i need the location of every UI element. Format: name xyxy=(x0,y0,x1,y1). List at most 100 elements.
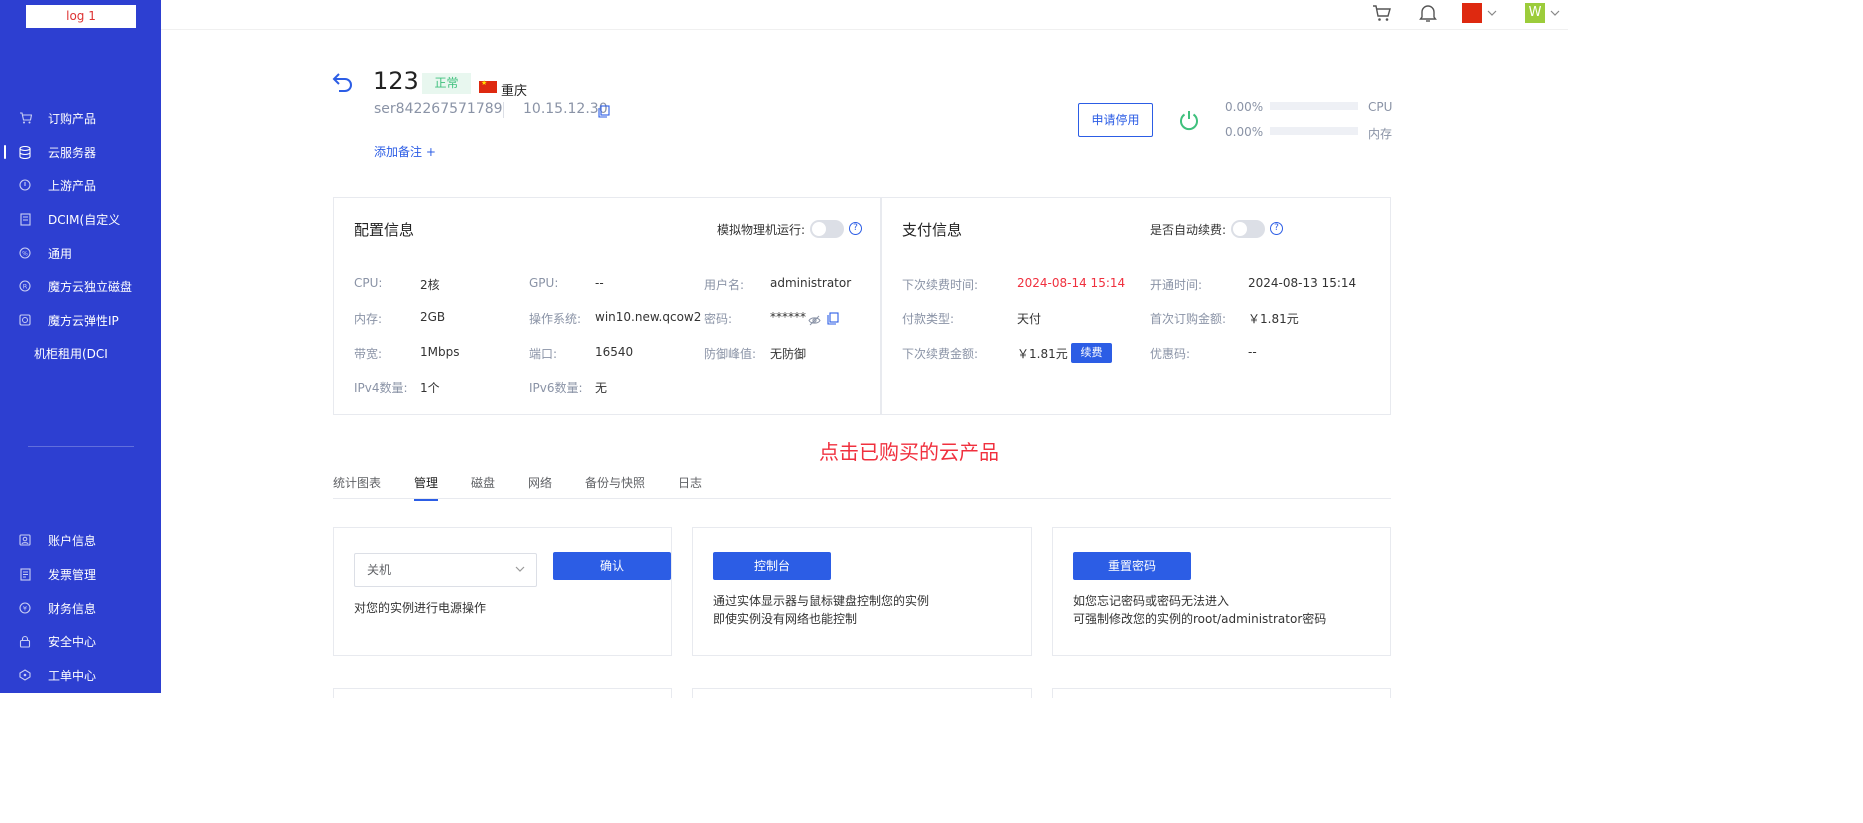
simulate-physical-label: 模拟物理机运行: xyxy=(717,223,806,237)
user-menu[interactable]: W xyxy=(1523,2,1563,24)
server-region: 重庆 xyxy=(501,84,528,99)
sidebar-item-label: DCIM(自定义 xyxy=(48,212,121,227)
cpu-usage-bar xyxy=(1270,102,1358,110)
sidebar-item-account[interactable]: 账户信息 xyxy=(0,526,161,554)
auto-renew-toggle[interactable] xyxy=(1231,220,1265,238)
cpu-usage-value: 0.00% xyxy=(1225,100,1264,114)
bandwidth-value: 1Mbps xyxy=(420,345,460,359)
console-card: 控制台 通过实体显示器与鼠标键盘控制您的实例 即使实例没有网络也能控制 xyxy=(692,527,1032,656)
cart-icon[interactable] xyxy=(1371,2,1393,24)
sidebar-item-label: 魔方云独立磁盘 xyxy=(48,279,133,294)
cpu-value: 2核 xyxy=(420,278,440,292)
sidebar-item-cabinet[interactable]: 机柜租用(DCI xyxy=(0,339,161,367)
panel-title: 配置信息 xyxy=(354,221,415,239)
request-stop-button[interactable]: 申请停用 xyxy=(1078,103,1153,137)
port-value: 16540 xyxy=(595,345,634,359)
power-action-select[interactable]: 关机 xyxy=(354,553,537,587)
os-value: win10.new.qcow2 xyxy=(595,310,702,324)
sidebar-item-ticket[interactable]: 工单中心 xyxy=(0,661,161,689)
tab-stats[interactable]: 统计图表 xyxy=(333,474,381,491)
divider xyxy=(503,102,504,118)
chevron-down-icon xyxy=(1550,10,1560,16)
reset-password-card: 重置密码 如您忘记密码或密码无法进入 可强制修改您的实例的root/admini… xyxy=(1052,527,1391,656)
top-bar xyxy=(161,0,1568,30)
server-ip: 10.15.12.30 xyxy=(523,101,608,117)
next-amount-label: 下次续费金额: xyxy=(902,347,979,361)
svg-text:¥: ¥ xyxy=(23,605,27,613)
password-label: 密码: xyxy=(704,312,733,326)
help-icon[interactable]: ? xyxy=(849,222,862,235)
percent-circle-icon: % xyxy=(18,246,32,260)
simulate-physical-toggle[interactable] xyxy=(810,220,844,238)
server-id: ser842267571789 xyxy=(374,101,503,117)
chevron-down-icon xyxy=(1487,10,1497,16)
language-selector[interactable] xyxy=(1462,2,1498,24)
cpu-usage-label: CPU xyxy=(1368,100,1393,114)
card-partial xyxy=(1052,688,1391,698)
sidebar-item-order[interactable]: 订购产品 xyxy=(0,104,161,132)
eye-off-icon[interactable] xyxy=(808,311,821,330)
reset-desc-1: 如您忘记密码或密码无法进入 xyxy=(1073,594,1230,608)
gpu-label: GPU: xyxy=(529,276,559,290)
sidebar: log 1 订购产品 云服务器 上游产品 DCIM(自定义 % 通用 R 魔方云… xyxy=(0,0,161,693)
invoice-icon xyxy=(18,567,32,581)
card-partial xyxy=(333,688,672,698)
sidebar-item-elastic-ip[interactable]: 魔方云弹性IP xyxy=(0,306,161,334)
copy-icon[interactable] xyxy=(827,310,839,329)
sidebar-item-label: 魔方云弹性IP xyxy=(48,313,119,328)
cart-icon xyxy=(18,111,32,125)
config-panel: 配置信息 模拟物理机运行: ? CPU: 2核 GPU: -- 用户名: adm… xyxy=(333,197,881,415)
tab-network[interactable]: 网络 xyxy=(528,474,552,491)
ipv4-value: 1个 xyxy=(420,381,440,395)
next-renew-value: 2024-08-14 15:14 xyxy=(1017,276,1126,290)
user-card-icon xyxy=(18,533,32,547)
ticket-icon xyxy=(18,668,32,682)
bandwidth-label: 带宽: xyxy=(354,347,383,361)
ddos-value: 无防御 xyxy=(770,347,807,361)
sidebar-divider xyxy=(28,446,134,447)
password-value: ****** xyxy=(770,310,806,324)
tab-backup[interactable]: 备份与快照 xyxy=(585,474,645,491)
copy-icon[interactable] xyxy=(598,103,610,122)
first-amount-label: 首次订购金额: xyxy=(1150,312,1227,326)
ipv6-label: IPv6数量: xyxy=(529,381,583,395)
info-circle-icon xyxy=(18,178,32,192)
lock-icon xyxy=(18,634,32,648)
sidebar-item-label: 安全中心 xyxy=(48,634,97,649)
console-button[interactable]: 控制台 xyxy=(713,552,831,580)
sidebar-item-finance[interactable]: ¥ 财务信息 xyxy=(0,594,161,622)
status-badge: 正常 xyxy=(422,73,471,94)
power-icon[interactable] xyxy=(1178,109,1200,131)
tab-manage[interactable]: 管理 xyxy=(414,474,439,501)
memory-label: 内存: xyxy=(354,312,383,326)
sidebar-item-label: 云服务器 xyxy=(48,145,97,160)
cpu-label: CPU: xyxy=(354,276,383,290)
add-note-link[interactable]: 添加备注 + xyxy=(374,143,436,160)
sidebar-item-invoice[interactable]: 发票管理 xyxy=(0,560,161,588)
port-label: 端口: xyxy=(529,347,558,361)
sidebar-item-cloud-server[interactable]: 云服务器 xyxy=(0,138,161,166)
help-icon[interactable]: ? xyxy=(1270,222,1283,235)
chevron-down-icon xyxy=(515,566,525,572)
sidebar-item-disk[interactable]: R 魔方云独立磁盘 xyxy=(0,272,161,300)
sidebar-item-general[interactable]: % 通用 xyxy=(0,239,161,267)
back-arrow-icon[interactable] xyxy=(331,70,355,94)
coupon-value: -- xyxy=(1248,345,1257,359)
memory-value: 2GB xyxy=(420,310,446,324)
sidebar-item-label: 订购产品 xyxy=(48,111,97,126)
avatar: W xyxy=(1525,3,1545,23)
svg-text:%: % xyxy=(22,251,28,258)
registered-icon: R xyxy=(18,279,32,293)
sidebar-item-dcim[interactable]: DCIM(自定义 xyxy=(0,205,161,233)
reset-password-button[interactable]: 重置密码 xyxy=(1073,552,1191,580)
sidebar-item-security[interactable]: 安全中心 xyxy=(0,627,161,655)
confirm-button[interactable]: 确认 xyxy=(553,552,671,580)
tab-disk[interactable]: 磁盘 xyxy=(471,474,495,491)
renew-button[interactable]: 续费 xyxy=(1071,343,1112,363)
bell-icon[interactable] xyxy=(1417,2,1439,24)
coupon-label: 优惠码: xyxy=(1150,347,1191,361)
sidebar-item-upstream[interactable]: 上游产品 xyxy=(0,171,161,199)
server-name: 123 xyxy=(373,67,419,95)
logo[interactable]: log 1 xyxy=(26,5,136,28)
tab-log[interactable]: 日志 xyxy=(678,474,702,491)
